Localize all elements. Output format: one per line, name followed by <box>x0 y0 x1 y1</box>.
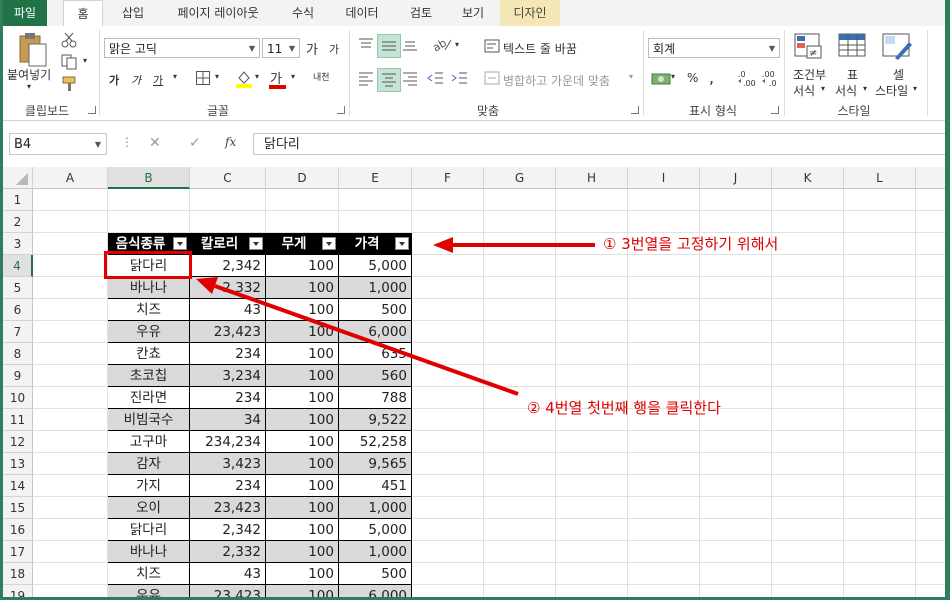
annotation-arrows <box>196 237 595 396</box>
excel-window: 파일 홈 삽입 페이지 레이아웃 수식 데이터 검토 보기 디자인 붙여넣기 ▾… <box>3 0 945 597</box>
arrow-2-line <box>214 284 519 396</box>
arrow-2-head <box>196 277 218 294</box>
annotation-step-1: ① 3번열을 고정하기 위해서 <box>603 235 779 253</box>
annotation-step-2: ② 4번열 첫번째 행을 클릭한다 <box>527 399 721 417</box>
arrow-1-head <box>433 237 453 253</box>
